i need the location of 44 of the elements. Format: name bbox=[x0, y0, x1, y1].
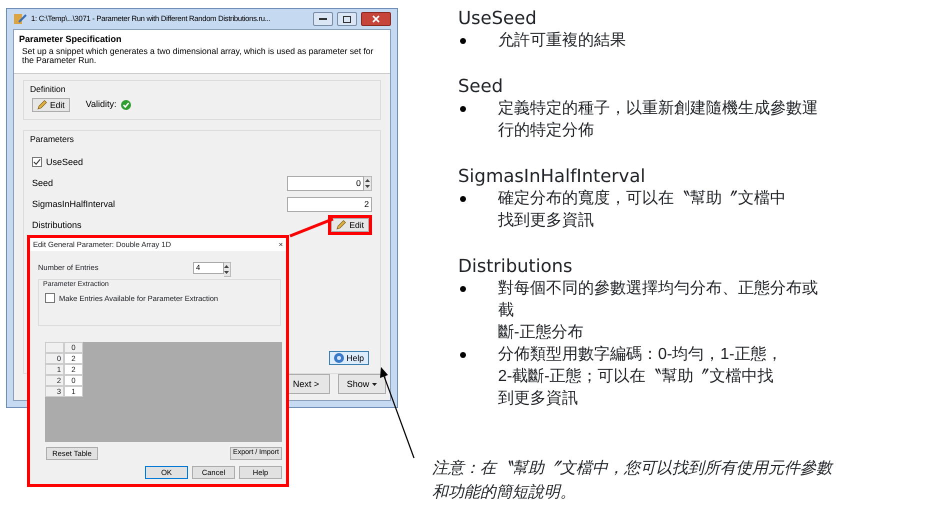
pencil-icon bbox=[336, 220, 346, 230]
note-heading: UseSeed bbox=[458, 8, 538, 30]
bullet-text: 定義特定的種子，以重新創建隨機生成參數運 行的特定分佈 bbox=[498, 98, 818, 141]
bullet-icon bbox=[460, 286, 466, 292]
bullet-icon bbox=[460, 196, 466, 202]
field-label: Distributions bbox=[32, 218, 82, 232]
note-heading: Seed bbox=[458, 76, 504, 98]
pencil-icon bbox=[37, 100, 47, 110]
maximize-icon bbox=[343, 16, 351, 22]
field-label: Seed bbox=[32, 176, 54, 190]
close-button[interactable] bbox=[361, 12, 391, 26]
edit-button[interactable]: Edit bbox=[32, 98, 70, 112]
field-label: SigmasInHalfInterval bbox=[32, 198, 116, 211]
help-icon bbox=[334, 352, 344, 363]
validity-label: Validity: bbox=[86, 98, 117, 112]
bullet-icon bbox=[460, 38, 466, 44]
bullet-icon bbox=[460, 352, 466, 358]
header-cell bbox=[45, 342, 64, 353]
bullet-text: 分佈類型用數字編碼：0-均勻，1-正態， 2-截斷-正態；可以在〝幫助〞文檔中找 到更多資訊 bbox=[498, 344, 782, 409]
close-icon bbox=[372, 15, 380, 23]
minimize-icon bbox=[319, 18, 327, 20]
checkbox[interactable] bbox=[32, 157, 42, 168]
bullet-text: 對每個不同的參數選擇均勻分布、正態分布或 截 斷-正態分布 bbox=[498, 278, 818, 343]
group-label: Definition bbox=[30, 83, 66, 96]
footer-button[interactable]: Show bbox=[338, 374, 386, 394]
note-heading: SigmasInHalfInterval bbox=[458, 166, 646, 188]
caret-icon bbox=[372, 382, 378, 386]
minimize-button[interactable] bbox=[313, 12, 333, 26]
bullet-text: 確定分布的寬度，可以在〝幫助〞文檔中 找到更多資訊 bbox=[498, 188, 786, 231]
input-field[interactable]: 0 bbox=[287, 176, 364, 191]
bullet-icon bbox=[460, 106, 466, 112]
header-description: Set up a snippet which generates a two dimensional array, which is used as parameter set for the Parameter Run. bbox=[21, 46, 374, 66]
group-label: Parameters bbox=[30, 133, 75, 146]
bullet-text: 允許可重複的結果 bbox=[498, 30, 626, 51]
note-text: 注意：在〝幫助〞文檔中，您可以找到所有使用元件參數 和功能的簡短說明。 bbox=[432, 458, 834, 503]
app-icon bbox=[13, 13, 27, 25]
note-heading: Distributions bbox=[458, 256, 574, 278]
checkbox-label: UseSeed bbox=[46, 156, 84, 168]
edit-button[interactable]: Edit bbox=[331, 218, 369, 232]
checkbox[interactable] bbox=[45, 293, 55, 304]
header-title: Parameter Specification bbox=[19, 33, 123, 46]
maximize-button[interactable] bbox=[337, 12, 357, 26]
help-button[interactable]: Help bbox=[328, 350, 369, 365]
input-field[interactable]: 2 bbox=[287, 196, 372, 212]
